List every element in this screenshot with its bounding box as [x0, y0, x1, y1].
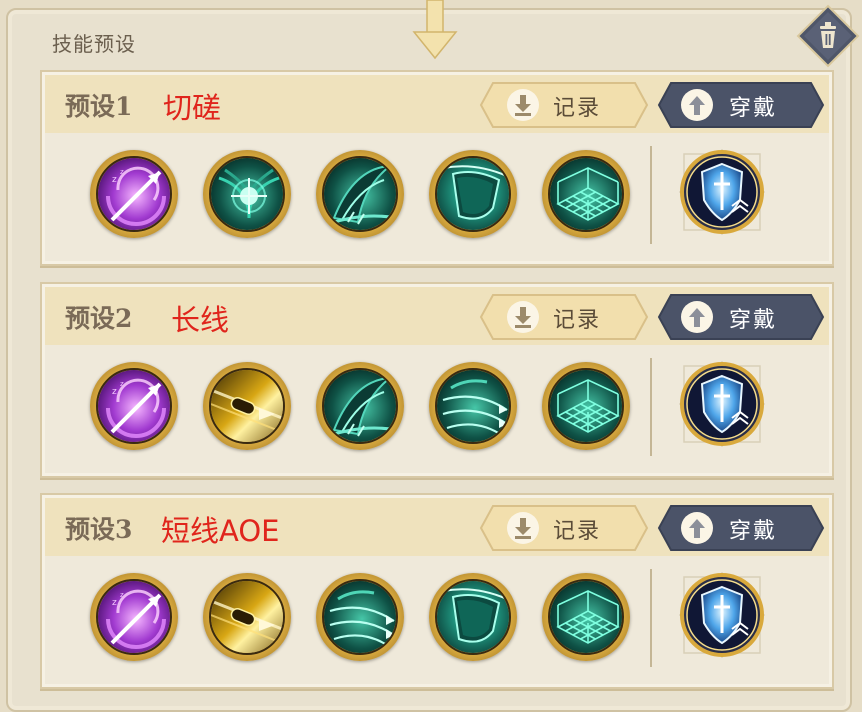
- svg-text:z: z: [120, 168, 124, 176]
- gold-bullet-charge-icon: [209, 368, 285, 444]
- preset-header: 预设3 短线AOE 记录 穿戴: [45, 498, 829, 556]
- divider: [650, 146, 652, 244]
- down-arrow-indicator-icon: [412, 0, 458, 60]
- purple-spiral-arrow-icon: z z: [96, 368, 172, 444]
- upload-arrow-icon: [681, 512, 713, 544]
- skill-slot-3[interactable]: [316, 362, 404, 450]
- skill-slot-5[interactable]: [542, 150, 630, 238]
- preset-header: 预设2 长线 记录 穿戴: [45, 287, 829, 345]
- record-button[interactable]: 记录: [479, 293, 649, 341]
- upload-arrow-icon: [681, 89, 713, 121]
- purple-spiral-arrow-icon: z z: [96, 579, 172, 655]
- ultimate-skill-slot[interactable]: [674, 567, 770, 663]
- preset-name: 预设2: [65, 304, 133, 333]
- blue-crystal-shield-icon: [678, 148, 766, 236]
- teal-wing-slash-icon: [322, 368, 398, 444]
- preset-note: 长线: [171, 303, 230, 337]
- skill-slot-5[interactable]: [542, 362, 630, 450]
- divider: [650, 358, 652, 456]
- teal-grid-net-icon: [548, 156, 624, 232]
- purple-spiral-arrow-icon: z z: [96, 156, 172, 232]
- teal-shield-icon: [435, 156, 511, 232]
- skill-slot-4[interactable]: [429, 362, 517, 450]
- wear-label: 穿戴: [729, 308, 778, 333]
- preset-note: 切磋: [163, 91, 222, 125]
- preset-card: 预设1 切磋 记录 穿戴 z z: [40, 70, 834, 266]
- download-arrow-icon: [507, 512, 539, 544]
- blue-crystal-shield-icon: [678, 571, 766, 659]
- preset-header: 预设1 切磋 记录 穿戴: [45, 75, 829, 133]
- record-button[interactable]: 记录: [479, 504, 649, 552]
- preset-note: 短线AOE: [161, 514, 280, 548]
- delete-button[interactable]: [796, 4, 860, 68]
- record-button[interactable]: 记录: [479, 81, 649, 129]
- teal-shield-icon: [435, 579, 511, 655]
- record-label: 记录: [553, 519, 602, 544]
- ultimate-skill-slot[interactable]: [674, 356, 770, 452]
- divider: [650, 569, 652, 667]
- ultimate-skill-slot[interactable]: [674, 144, 770, 240]
- teal-feather-arrows-icon: [322, 579, 398, 655]
- wear-button[interactable]: 穿戴: [657, 293, 825, 341]
- skill-slot-3[interactable]: [316, 573, 404, 661]
- skill-slot-2[interactable]: [203, 150, 291, 238]
- skill-slot-2[interactable]: [203, 573, 291, 661]
- skill-slot-3[interactable]: [316, 150, 404, 238]
- skill-slot-4[interactable]: [429, 573, 517, 661]
- teal-grid-net-icon: [548, 368, 624, 444]
- preset-card: 预设2 长线 记录 穿戴 z z: [40, 282, 834, 478]
- svg-text:z: z: [120, 591, 124, 599]
- wear-label: 穿戴: [729, 96, 778, 121]
- teal-radiant-burst-icon: [209, 156, 285, 232]
- download-arrow-icon: [507, 89, 539, 121]
- panel-title: 技能预设: [52, 32, 136, 56]
- svg-text:z: z: [120, 380, 124, 388]
- teal-grid-net-icon: [548, 579, 624, 655]
- upload-arrow-icon: [681, 301, 713, 333]
- skill-slot-1[interactable]: z z: [90, 362, 178, 450]
- skill-slot-2[interactable]: [203, 362, 291, 450]
- trash-icon: [796, 4, 860, 68]
- skill-slot-5[interactable]: [542, 573, 630, 661]
- preset-name: 预设3: [65, 515, 133, 544]
- svg-text:z: z: [112, 387, 117, 397]
- skill-slot-1[interactable]: z z: [90, 150, 178, 238]
- skill-slot-1[interactable]: z z: [90, 573, 178, 661]
- blue-crystal-shield-icon: [678, 360, 766, 448]
- preset-name: 预设1: [65, 92, 133, 121]
- teal-wing-slash-icon: [322, 156, 398, 232]
- download-arrow-icon: [507, 301, 539, 333]
- gold-bullet-charge-icon: [209, 579, 285, 655]
- preset-card: 预设3 短线AOE 记录 穿戴 z z: [40, 493, 834, 689]
- record-label: 记录: [553, 308, 602, 333]
- svg-text:z: z: [112, 598, 117, 608]
- wear-button[interactable]: 穿戴: [657, 81, 825, 129]
- teal-feather-arrows-icon: [435, 368, 511, 444]
- skill-slot-4[interactable]: [429, 150, 517, 238]
- wear-label: 穿戴: [729, 519, 778, 544]
- wear-button[interactable]: 穿戴: [657, 504, 825, 552]
- svg-text:z: z: [112, 175, 117, 185]
- record-label: 记录: [553, 96, 602, 121]
